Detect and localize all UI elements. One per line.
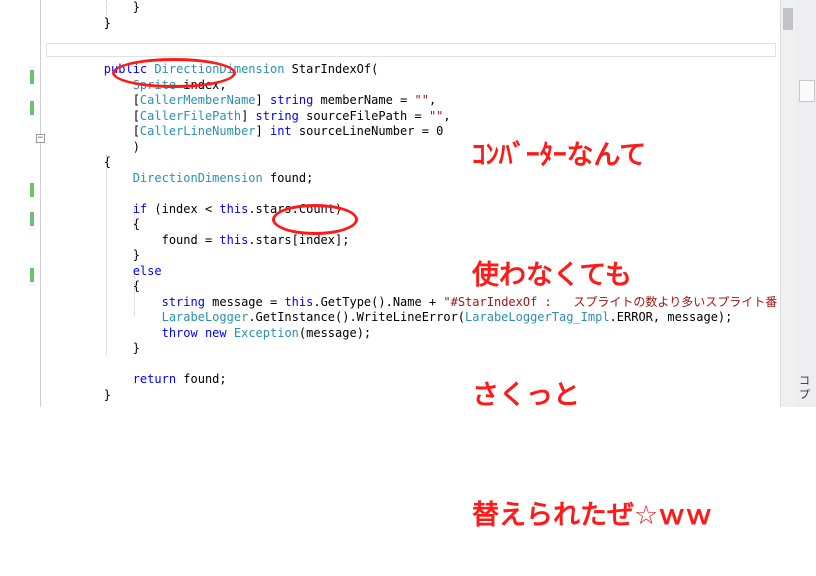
vertical-scrollbar[interactable]: [780, 0, 795, 407]
annotation-line: さくっと: [472, 380, 580, 411]
annotation-line: ｺﾝﾊﾞｰﾀｰなんて: [472, 140, 647, 171]
red-circle-annotation: [272, 204, 358, 235]
side-panel-line: コ: [799, 374, 810, 387]
code-line[interactable]: }: [46, 0, 777, 16]
collapse-toggle-icon[interactable]: −: [36, 134, 45, 143]
side-panel-line: プ: [799, 388, 810, 401]
editor-gutter: −: [0, 0, 46, 407]
outline-line: [40, 0, 41, 407]
handwritten-annotation: ｺﾝﾊﾞｰﾀｰなんて 使わなくても さくっと 替えられたぜ☆ｗｗ: [472, 56, 712, 576]
side-panel: コ プ: [795, 0, 816, 407]
change-marker: [30, 70, 34, 84]
change-marker: [30, 212, 34, 226]
change-marker: [30, 183, 34, 197]
code-line[interactable]: ​: [46, 31, 777, 47]
change-marker: [30, 268, 34, 282]
code-line[interactable]: }: [46, 16, 777, 32]
side-panel-text: コ プ: [799, 374, 810, 402]
scrollbar-thumb[interactable]: [783, 8, 793, 30]
panel-tab[interactable]: [799, 80, 815, 102]
annotation-line: 替えられたぜ☆ｗｗ: [472, 500, 713, 531]
change-marker: [30, 101, 34, 115]
red-circle-annotation: [112, 58, 236, 88]
annotation-line: 使わなくても: [472, 260, 632, 291]
